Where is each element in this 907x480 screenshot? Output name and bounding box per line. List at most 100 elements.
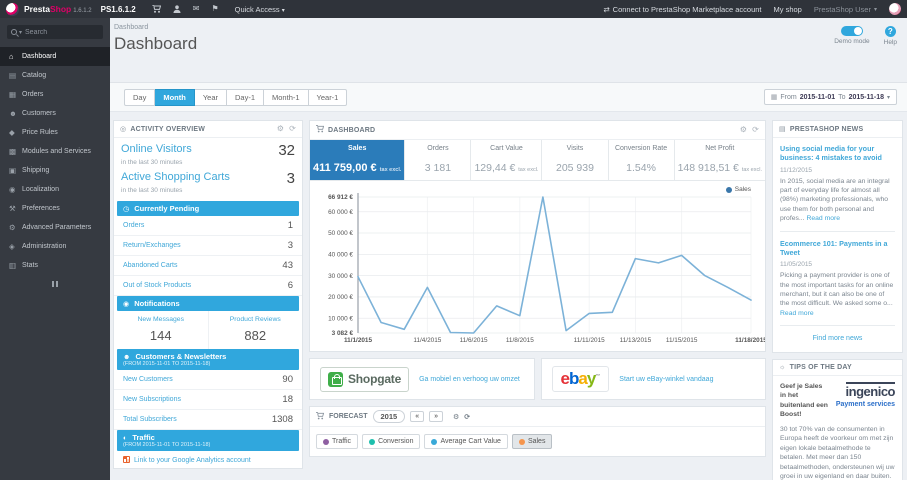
breadcrumb[interactable]: Dashboard xyxy=(110,18,907,31)
pending-row-orders: Orders 1 xyxy=(114,216,302,236)
returns-link[interactable]: Return/Exchanges xyxy=(123,242,288,249)
gear-icon[interactable]: ⚙ xyxy=(740,126,747,134)
metric-label: Traffic xyxy=(332,438,352,445)
average-cart-value-dot-icon xyxy=(431,438,438,445)
prestashop-logo-icon[interactable] xyxy=(6,2,19,16)
divider xyxy=(780,325,895,327)
sidebar-item-catalog[interactable]: ▤ Catalog xyxy=(0,66,110,85)
ebay-banner[interactable]: ebay™ Start uw eBay-winkel vandaag xyxy=(540,358,766,400)
tab-orders[interactable]: Orders 3 181 xyxy=(405,140,472,180)
sidebar-item-stats[interactable]: ▥ Stats xyxy=(0,256,110,275)
out-of-stock-link[interactable]: Out of Stock Products xyxy=(123,282,288,289)
sidebar-search[interactable]: ▾ xyxy=(7,25,103,39)
tab-conversion-rate[interactable]: Conversion Rate 1.54% xyxy=(609,140,675,180)
range-year-1-button[interactable]: Year-1 xyxy=(308,88,348,106)
read-more-link[interactable]: Read more xyxy=(806,215,840,222)
user-menu[interactable]: PrestaShop User ▾ xyxy=(814,5,877,14)
metric-average-cart-value-button[interactable]: Average Cart Value xyxy=(424,434,508,449)
total-subscribers-link[interactable]: Total Subscribers xyxy=(123,416,272,423)
date-range-picker[interactable]: ▦ From 2015-11-01 To 2015-11-18 ▾ xyxy=(763,89,897,105)
svg-text:11/4/2015: 11/4/2015 xyxy=(413,337,441,344)
brand-title[interactable]: PrestaShop 1.6.1.2 xyxy=(24,4,92,14)
sidebar-item-price-rules[interactable]: ◆ Price Rules xyxy=(0,123,110,142)
shopgate-banner[interactable]: Shopgate Ga mobiel en verhoog uw omzet xyxy=(309,358,535,400)
article-title-link[interactable]: Using social media for your business: 4 … xyxy=(780,144,895,163)
new-customers-link[interactable]: New Customers xyxy=(123,376,282,383)
bell-icon: ◉ xyxy=(123,301,130,308)
product-reviews-cell[interactable]: Product Reviews 882 xyxy=(207,311,303,349)
customers-row-new-customers: New Customers 90 xyxy=(114,370,302,390)
refresh-icon[interactable]: ⟳ xyxy=(752,126,759,134)
tab-visits[interactable]: Visits 205 939 xyxy=(542,140,609,180)
demo-mode-toggle[interactable] xyxy=(840,26,863,36)
tab-net-profit[interactable]: Net Profit 148 918,51 € tax excl. xyxy=(675,140,765,180)
range-month-button[interactable]: Month xyxy=(155,88,195,106)
metric-sales-button[interactable]: Sales xyxy=(511,434,553,449)
range-day-button[interactable]: Day xyxy=(124,88,156,106)
messages-icon[interactable]: ✉ xyxy=(193,5,200,13)
refresh-icon[interactable]: ⟳ xyxy=(289,125,296,133)
chevron-down-icon: ▾ xyxy=(281,7,285,14)
gear-icon[interactable]: ⚙ xyxy=(453,413,459,421)
kpi-suffix: tax excl. xyxy=(518,167,539,173)
gear-icon[interactable]: ⚙ xyxy=(277,125,284,133)
shop-name-link[interactable]: PS1.6.1.2 xyxy=(101,5,136,14)
refresh-icon[interactable]: ⟳ xyxy=(464,413,470,421)
abandoned-carts-link[interactable]: Abandoned Carts xyxy=(123,262,282,269)
sidebar-item-preferences[interactable]: ⚒ Preferences xyxy=(0,199,110,218)
cart-icon xyxy=(316,125,325,135)
sidebar-item-label: Customers xyxy=(22,110,56,117)
marketplace-connect-link[interactable]: ⇄ Connect to PrestaShop Marketplace acco… xyxy=(603,5,761,14)
previous-year-button[interactable]: « xyxy=(410,411,425,422)
sidebar-item-label: Modules and Services xyxy=(22,148,91,155)
google-analytics-link[interactable]: Link to your Google Analytics account xyxy=(123,455,293,464)
metric-traffic-button[interactable]: Traffic xyxy=(316,434,359,449)
sidebar-item-advanced-parameters[interactable]: ⚙ Advanced Parameters xyxy=(0,218,110,237)
ebay-letter: e xyxy=(560,369,571,388)
sidebar-item-shipping[interactable]: ▣ Shipping xyxy=(0,161,110,180)
sidebar-item-label: Stats xyxy=(22,262,38,269)
search-input[interactable] xyxy=(25,28,99,36)
advanced-parameters-icon: ⚙ xyxy=(9,223,16,232)
sidebar-item-label: Preferences xyxy=(22,205,60,212)
traffic-dot-icon xyxy=(323,438,329,445)
date-from-value: 2015-11-01 xyxy=(799,93,836,101)
next-year-button[interactable]: » xyxy=(429,411,443,422)
new-messages-cell[interactable]: New Messages 144 xyxy=(114,311,208,349)
new-subscriptions-link[interactable]: New Subscriptions xyxy=(123,396,282,403)
metric-conversion-button[interactable]: Conversion xyxy=(362,434,421,449)
live-stats: Online Visitors 32 in the last 30 minute… xyxy=(114,138,302,201)
out-of-stock-count: 6 xyxy=(287,280,293,291)
demo-mode-control: Demo mode xyxy=(834,26,870,45)
range-day-1-button[interactable]: Day-1 xyxy=(227,88,265,106)
read-more-link[interactable]: Read more xyxy=(780,310,814,317)
sidebar-item-customers[interactable]: ☻ Customers xyxy=(0,104,110,123)
activity-panel-header: ◎ ACTIVITY OVERVIEW ⚙ ⟳ xyxy=(114,121,302,138)
cart-icon[interactable] xyxy=(151,5,161,13)
sidebar-item-administration[interactable]: ◈ Administration xyxy=(0,237,110,256)
orders-link[interactable]: Orders xyxy=(123,222,288,229)
tab-sales[interactable]: Sales 411 759,00 € tax excl. xyxy=(310,140,406,180)
tab-cart-value[interactable]: Cart Value 129,44 € tax excl. xyxy=(471,140,543,180)
my-shop-link[interactable]: My shop xyxy=(774,5,802,14)
chart-legend[interactable]: Sales xyxy=(725,186,751,193)
range-year-button[interactable]: Year xyxy=(194,88,227,106)
article-title-link[interactable]: Ecommerce 101: Payments in a Tweet xyxy=(780,239,895,258)
sidebar-item-orders[interactable]: ▦ Orders xyxy=(0,85,110,104)
shop-pin-icon[interactable]: ⚑ xyxy=(211,5,218,13)
date-to-value: 2015-11-18 xyxy=(848,93,884,101)
quick-access-menu[interactable]: Quick Access ▾ xyxy=(235,5,285,14)
find-more-news-link[interactable]: Find more news xyxy=(780,333,895,346)
sidebar-item-localization[interactable]: ◉ Localization xyxy=(0,180,110,199)
user-avatar[interactable] xyxy=(889,3,901,15)
shopgate-cta-link[interactable]: Ga mobiel en verhoog uw omzet xyxy=(419,376,520,383)
help-icon[interactable]: ? xyxy=(884,26,896,37)
forecast-year-selector[interactable]: 2015 xyxy=(372,410,406,423)
range-month-1-button[interactable]: Month-1 xyxy=(264,88,309,106)
ebay-cta-link[interactable]: Start uw eBay-winkel vandaag xyxy=(619,376,713,383)
sidebar-item-modules[interactable]: ▩ Modules and Services xyxy=(0,142,110,161)
sidebar-collapse-button[interactable] xyxy=(51,281,59,287)
news-list: Using social media for your business: 4 … xyxy=(773,138,902,352)
customer-icon[interactable] xyxy=(173,5,181,13)
sidebar-item-dashboard[interactable]: ⌂ Dashboard xyxy=(0,47,110,66)
